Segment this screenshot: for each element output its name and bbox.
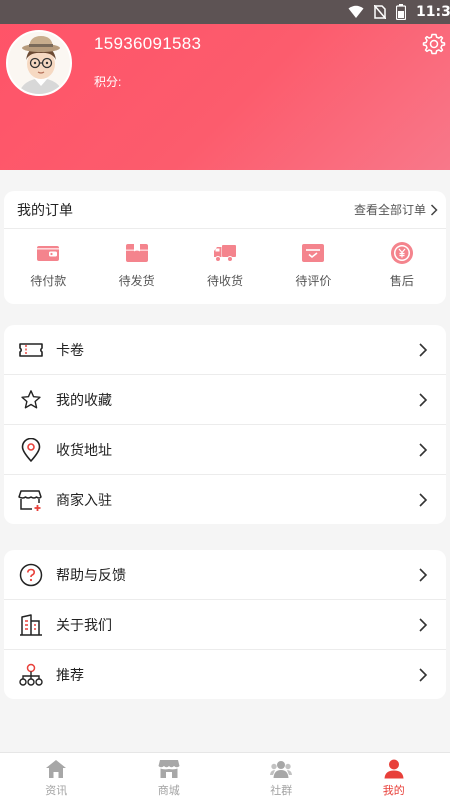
chevron-right-icon	[419, 342, 428, 357]
order-after-sales[interactable]: 售后	[358, 229, 446, 304]
menu-merchant-icon-wrap	[18, 487, 44, 513]
no-sim-icon	[374, 5, 386, 19]
status-bar: 11:34	[0, 0, 450, 24]
menu-label-about-us: 关于我们	[56, 616, 112, 633]
order-pending-payment-label: 待付款	[30, 274, 67, 288]
battery-icon	[396, 4, 406, 20]
order-pending-receipt[interactable]: 待收货	[181, 229, 269, 304]
avatar[interactable]	[6, 30, 72, 96]
menu-coupons-icon-wrap	[18, 337, 44, 363]
chevron-right-icon	[419, 617, 428, 632]
ticket-icon	[19, 342, 43, 357]
community-icon	[270, 761, 293, 778]
bottom-tab-bar: 资讯 商城 社群 我的	[0, 752, 450, 800]
after-sales-icon	[390, 242, 413, 264]
menu-item-merchant-join[interactable]: 商家入驻	[4, 475, 446, 525]
avatar-illustration-icon	[8, 32, 70, 94]
menu-item-address[interactable]: 收货地址	[4, 425, 446, 475]
user-phone: 15936091583	[94, 34, 202, 53]
settings-gear-icon[interactable]	[422, 32, 446, 56]
chevron-right-icon	[419, 442, 428, 457]
order-pending-review[interactable]: 待评价	[269, 229, 357, 304]
menu-item-coupons[interactable]: 卡卷	[4, 325, 446, 375]
order-after-sales-label: 售后	[389, 274, 414, 288]
menu-card-services: 卡卷 我的收藏 收货地址 商家入驻	[4, 325, 446, 524]
view-all-orders-link[interactable]: 查看全部订单	[354, 201, 438, 218]
home-icon	[46, 760, 67, 778]
tab-mine-label: 我的	[382, 785, 405, 797]
order-pending-shipment[interactable]: 待发货	[92, 229, 180, 304]
chevron-right-icon	[430, 203, 438, 216]
tab-mall[interactable]: 商城	[113, 753, 226, 800]
wallet-icon	[37, 246, 60, 261]
menu-label-address: 收货地址	[56, 441, 112, 458]
orders-card: 我的订单 查看全部订单 待付款 待发货 待收货 待评价 售后	[4, 191, 446, 304]
tab-community-label: 社群	[270, 785, 293, 797]
menu-label-recommend: 推荐	[56, 667, 84, 683]
points-label: 积分:	[94, 75, 122, 89]
view-all-orders-label: 查看全部订单	[353, 203, 426, 217]
store-icon	[18, 490, 42, 511]
order-pending-receipt-label: 待收货	[207, 274, 244, 288]
tab-news-label: 资讯	[45, 785, 68, 797]
star-icon	[21, 389, 41, 408]
tab-news[interactable]: 资讯	[0, 753, 113, 800]
person-icon	[384, 759, 404, 779]
menu-recommend-icon-wrap	[18, 662, 44, 688]
chevron-right-icon	[419, 668, 428, 682]
wifi-icon	[348, 5, 364, 18]
menu-label-merchant-join: 商家入驻	[56, 492, 112, 508]
menu-item-about-us[interactable]: 关于我们	[4, 600, 446, 650]
tab-mall-label: 商城	[157, 785, 180, 797]
review-icon	[302, 244, 325, 262]
profile-header: 11:34 15936091583 积分:	[0, 0, 450, 170]
menu-label-help-feedback: 帮助与反馈	[56, 566, 126, 583]
menu-about-icon-wrap	[18, 612, 44, 638]
tab-mine[interactable]: 我的	[338, 753, 450, 800]
menu-item-recommend[interactable]: 推荐	[4, 650, 446, 700]
menu-label-coupons: 卡卷	[56, 341, 84, 358]
orders-title: 我的订单	[17, 201, 73, 218]
location-pin-icon	[21, 437, 41, 462]
menu-favorites-icon-wrap	[18, 387, 44, 413]
chevron-right-icon	[419, 493, 428, 507]
status-time: 11:34	[416, 4, 450, 20]
orders-header: 我的订单 查看全部订单	[4, 191, 446, 229]
shop-icon	[158, 760, 180, 778]
menu-help-icon-wrap	[18, 562, 44, 588]
menu-item-favorites[interactable]: 我的收藏	[4, 375, 446, 425]
share-network-icon	[19, 663, 43, 686]
help-icon	[19, 563, 43, 586]
menu-address-icon-wrap	[18, 437, 44, 463]
truck-icon	[214, 245, 237, 262]
order-pending-shipment-label: 待发货	[118, 274, 155, 288]
order-pending-payment[interactable]: 待付款	[4, 229, 92, 304]
menu-card-support: 帮助与反馈 关于我们 推荐	[4, 550, 446, 699]
package-icon	[125, 244, 148, 262]
chevron-right-icon	[419, 392, 428, 407]
tab-community[interactable]: 社群	[225, 753, 338, 800]
chevron-right-icon	[419, 567, 428, 582]
order-pending-review-label: 待评价	[295, 274, 332, 288]
menu-item-help-feedback[interactable]: 帮助与反馈	[4, 550, 446, 600]
menu-label-favorites: 我的收藏	[56, 391, 112, 408]
building-icon	[20, 613, 42, 636]
